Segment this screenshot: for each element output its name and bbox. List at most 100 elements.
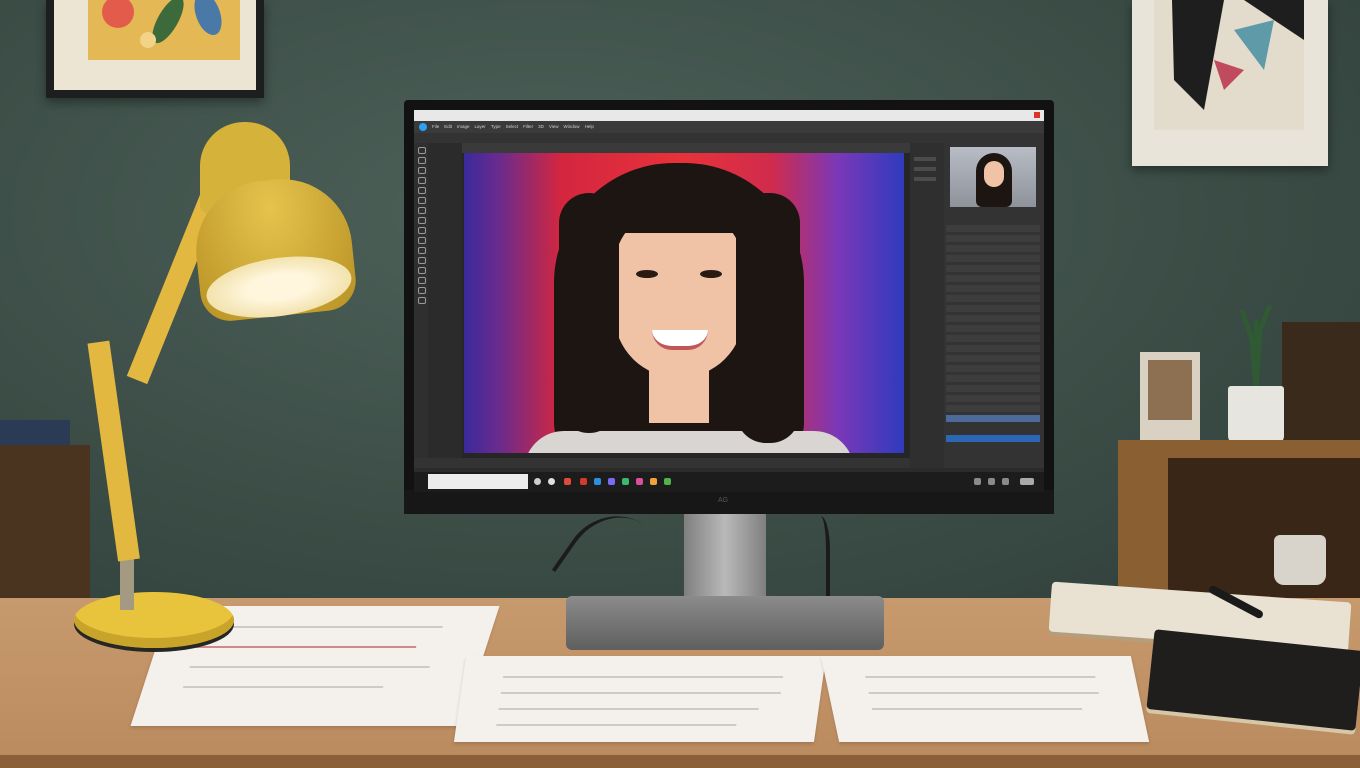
clock[interactable]	[1020, 478, 1034, 485]
crop-icon[interactable]	[418, 177, 426, 184]
portrait-left-eye	[636, 270, 658, 278]
taskbar-search-input[interactable]	[428, 474, 528, 489]
menu-item[interactable]: Image	[457, 124, 470, 130]
app-icon[interactable]	[564, 478, 571, 485]
hand-icon[interactable]	[418, 287, 426, 294]
abstract-artwork	[1154, 0, 1304, 130]
plant	[1239, 304, 1273, 390]
menu-bar: File Edit Image Layer Type Select Filter…	[414, 121, 1044, 133]
menu-item[interactable]: Window	[564, 124, 580, 130]
layer-row[interactable]	[946, 285, 1040, 292]
layer-row-highlight[interactable]	[946, 435, 1040, 442]
app-logo-icon	[419, 123, 427, 131]
floral-artwork-svg	[102, 0, 222, 48]
desk-edge	[0, 755, 1360, 768]
tray-icon[interactable]	[988, 478, 995, 485]
stamp-icon[interactable]	[418, 207, 426, 214]
layer-row[interactable]	[946, 305, 1040, 312]
task-view-icon[interactable]	[534, 478, 541, 485]
mug	[1228, 386, 1284, 444]
eyedropper-icon[interactable]	[418, 187, 426, 194]
layer-row[interactable]	[946, 295, 1040, 302]
monitor-screen: File Edit Image Layer Type Select Filter…	[414, 110, 1044, 492]
lamp-base	[74, 592, 234, 648]
brush-icon[interactable]	[418, 197, 426, 204]
app-icon[interactable]	[608, 478, 615, 485]
photo-frame-small	[1140, 352, 1200, 442]
panel-row[interactable]	[914, 177, 936, 181]
layer-row[interactable]	[946, 235, 1040, 242]
panel-row[interactable]	[914, 157, 936, 161]
frame-mat	[54, 0, 256, 90]
tray-icon[interactable]	[1002, 478, 1009, 485]
layer-row[interactable]	[946, 385, 1040, 392]
layer-row[interactable]	[946, 375, 1040, 382]
monitor-stand-base	[566, 596, 884, 650]
tray-icon[interactable]	[974, 478, 981, 485]
app-icon[interactable]	[664, 478, 671, 485]
lasso-icon[interactable]	[418, 167, 426, 174]
abstract-artwork-svg	[1172, 0, 1304, 110]
gradient-icon[interactable]	[418, 227, 426, 234]
navigator-thumbnail[interactable]	[950, 147, 1036, 207]
portrait-face	[614, 208, 744, 378]
move-icon[interactable]	[418, 147, 426, 154]
menu-item[interactable]: Layer	[475, 124, 486, 130]
layer-row[interactable]	[946, 335, 1040, 342]
wall-art-frame-right	[1132, 0, 1328, 166]
canvas-area[interactable]	[462, 153, 910, 458]
portrait-right-eye	[700, 270, 722, 278]
layer-row[interactable]	[946, 225, 1040, 232]
app-icon[interactable]	[622, 478, 629, 485]
layer-row[interactable]	[946, 245, 1040, 252]
cable	[806, 516, 830, 600]
menu-item[interactable]: 3D	[538, 124, 544, 130]
layer-row[interactable]	[946, 255, 1040, 262]
app-icon[interactable]	[636, 478, 643, 485]
eraser-icon[interactable]	[418, 217, 426, 224]
cabinet-inner	[1168, 458, 1360, 598]
adjustments-panel	[910, 143, 944, 468]
layers-panel	[944, 143, 1044, 468]
wall-art-frame-left	[46, 0, 264, 98]
browser-icon[interactable]	[548, 478, 555, 485]
zoom-icon[interactable]	[418, 297, 426, 304]
app-icon[interactable]	[594, 478, 601, 485]
menu-item[interactable]: Edit	[444, 124, 452, 130]
menu-item[interactable]: File	[432, 124, 439, 130]
tools-panel	[414, 143, 428, 459]
layer-row[interactable]	[946, 265, 1040, 272]
document-tabs[interactable]	[462, 143, 910, 153]
menu-item[interactable]: Filter	[523, 124, 533, 130]
panel-row[interactable]	[914, 167, 936, 171]
menu-item[interactable]: Help	[585, 124, 594, 130]
dodge-icon[interactable]	[418, 237, 426, 244]
layer-row[interactable]	[946, 405, 1040, 412]
floral-artwork	[88, 0, 240, 60]
menu-item[interactable]: View	[549, 124, 559, 130]
layer-row[interactable]	[946, 395, 1040, 402]
layer-row[interactable]	[946, 315, 1040, 322]
canvas-image[interactable]	[464, 153, 904, 453]
pen-icon[interactable]	[418, 247, 426, 254]
path-icon[interactable]	[418, 267, 426, 274]
menu-item[interactable]: Type	[491, 124, 501, 130]
layer-row-selected[interactable]	[946, 415, 1040, 422]
layer-row[interactable]	[946, 345, 1040, 352]
options-bar	[414, 133, 1044, 143]
app-icon[interactable]	[580, 478, 587, 485]
shelf-box	[1282, 322, 1360, 440]
app-icon[interactable]	[650, 478, 657, 485]
marquee-icon[interactable]	[418, 157, 426, 164]
type-icon[interactable]	[418, 257, 426, 264]
close-icon[interactable]	[1034, 112, 1040, 118]
menu-item[interactable]: Select	[506, 124, 519, 130]
status-bar	[414, 458, 944, 468]
plant-pot	[1274, 535, 1326, 585]
layer-row[interactable]	[946, 365, 1040, 372]
portrait-neck	[649, 363, 709, 423]
layer-row[interactable]	[946, 325, 1040, 332]
layer-row[interactable]	[946, 275, 1040, 282]
layer-row[interactable]	[946, 355, 1040, 362]
shape-icon[interactable]	[418, 277, 426, 284]
